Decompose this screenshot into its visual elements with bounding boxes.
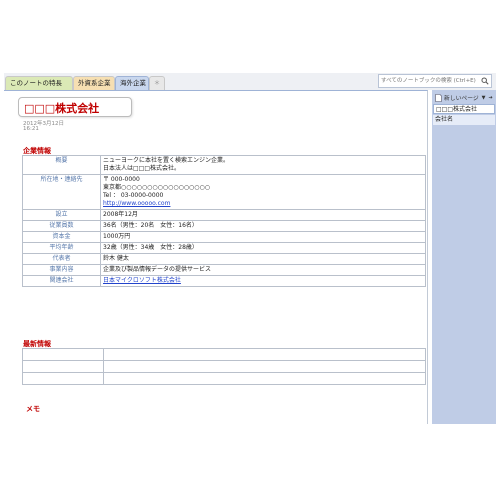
new-section-tab[interactable]: ＊	[149, 76, 165, 90]
arrow-right-icon[interactable]: ➔	[489, 95, 493, 101]
table-value-address[interactable]: 〒 000-0000 東京都○○○○○○○○○○○○○○○○○ Tel ： 03…	[100, 174, 426, 210]
table-cell[interactable]	[103, 348, 426, 361]
table-value-founded[interactable]: 2008年12月	[100, 209, 426, 221]
table-row: 資本金 1000万円	[22, 231, 426, 243]
overview-line: 日本法人は□□□株式会社。	[103, 165, 181, 172]
page-list-pane: 新しいページ ▼ ➔ □□□株式会社 会社名	[432, 90, 496, 424]
table-key-avg-age: 平均年齢	[22, 242, 101, 254]
section-tab-features[interactable]: このノートの特長	[5, 76, 73, 90]
table-cell[interactable]	[22, 360, 104, 373]
postal-code: 〒 000-0000	[103, 176, 140, 183]
search-icon[interactable]	[479, 75, 491, 87]
page-title-box[interactable]: □□□株式会社	[18, 97, 132, 117]
table-row	[22, 360, 426, 373]
table-key-founded: 設立	[22, 209, 101, 221]
section-tab-strip: このノートの特長 外資系企業 海外企業 ＊	[4, 73, 496, 90]
table-row: 概要 ニューヨークに本社を置く検索エンジン企業。 日本法人は□□□株式会社。	[22, 155, 426, 175]
table-key-related: 関連会社	[22, 275, 101, 287]
table-key-capital: 資本金	[22, 231, 101, 243]
section-heading-memo: メモ	[26, 405, 40, 413]
table-key-employees: 従業員数	[22, 220, 101, 232]
new-page-icon	[435, 93, 442, 102]
table-key-address: 所在地・連絡先	[22, 174, 101, 210]
page-time: 16:21	[23, 126, 39, 132]
table-key-overview: 概要	[22, 155, 101, 175]
table-cell[interactable]	[103, 360, 426, 373]
table-value-overview[interactable]: ニューヨークに本社を置く検索エンジン企業。 日本法人は□□□株式会社。	[100, 155, 426, 175]
company-info-table[interactable]: 概要 ニューヨークに本社を置く検索エンジン企業。 日本法人は□□□株式会社。 所…	[22, 155, 426, 287]
website-link[interactable]: http://www.ooooo.com	[103, 200, 423, 208]
table-row: 従業員数 36名（男性：20名 女性：16名）	[22, 220, 426, 232]
chevron-down-icon[interactable]: ▼	[482, 95, 486, 101]
table-row	[22, 372, 426, 385]
table-row: 平均年齢 32歳（男性：34歳 女性：28歳）	[22, 242, 426, 254]
section-tab-foreign-companies[interactable]: 外資系企業	[73, 76, 115, 90]
latest-info-table[interactable]	[22, 348, 426, 385]
table-value-related[interactable]: 日本マイクロソフト株式会社	[100, 275, 426, 287]
table-value-avg-age[interactable]: 32歳（男性：34歳 女性：28歳）	[100, 242, 426, 254]
table-cell[interactable]	[22, 348, 104, 361]
notebook-search-box[interactable]	[378, 74, 492, 88]
note-page[interactable]: □□□株式会社 2012年3月12日 16:21 企業情報 概要 ニューヨークに…	[4, 90, 428, 424]
table-cell[interactable]	[22, 372, 104, 385]
table-cell[interactable]	[103, 372, 426, 385]
address-text: 東京都○○○○○○○○○○○○○○○○○	[103, 184, 211, 191]
table-key-representative: 代表者	[22, 253, 101, 265]
table-row: 設立 2008年12月	[22, 209, 426, 221]
table-value-capital[interactable]: 1000万円	[100, 231, 426, 243]
table-row: 事業内容 企業及び製品情報データの提供サービス	[22, 264, 426, 276]
table-value-employees[interactable]: 36名（男性：20名 女性：16名）	[100, 220, 426, 232]
table-row: 関連会社 日本マイクロソフト株式会社	[22, 275, 426, 287]
new-page-button[interactable]: 新しいページ ▼ ➔	[433, 92, 495, 103]
table-value-business[interactable]: 企業及び製品情報データの提供サービス	[100, 264, 426, 276]
page-list-item[interactable]: 会社名	[433, 115, 495, 125]
page-title[interactable]: □□□株式会社	[24, 100, 99, 116]
table-key-business: 事業内容	[22, 264, 101, 276]
overview-line: ニューヨークに本社を置く検索エンジン企業。	[103, 157, 230, 164]
table-row	[22, 348, 426, 361]
search-input[interactable]	[379, 75, 479, 87]
tel-text: Tel ： 03-0000-0000	[103, 192, 164, 199]
table-row: 代表者 鈴木 健太	[22, 253, 426, 265]
section-tab-overseas-companies[interactable]: 海外企業	[115, 76, 149, 90]
table-value-representative[interactable]: 鈴木 健太	[100, 253, 426, 265]
table-row: 所在地・連絡先 〒 000-0000 東京都○○○○○○○○○○○○○○○○○ …	[22, 174, 426, 210]
related-company-link[interactable]: 日本マイクロソフト株式会社	[103, 277, 181, 284]
new-page-label: 新しいページ	[444, 96, 479, 102]
onenote-window: このノートの特長 外資系企業 海外企業 ＊ □□□株式会社 2012年3月12日…	[4, 73, 496, 424]
page-list-item[interactable]: □□□株式会社	[433, 104, 495, 114]
